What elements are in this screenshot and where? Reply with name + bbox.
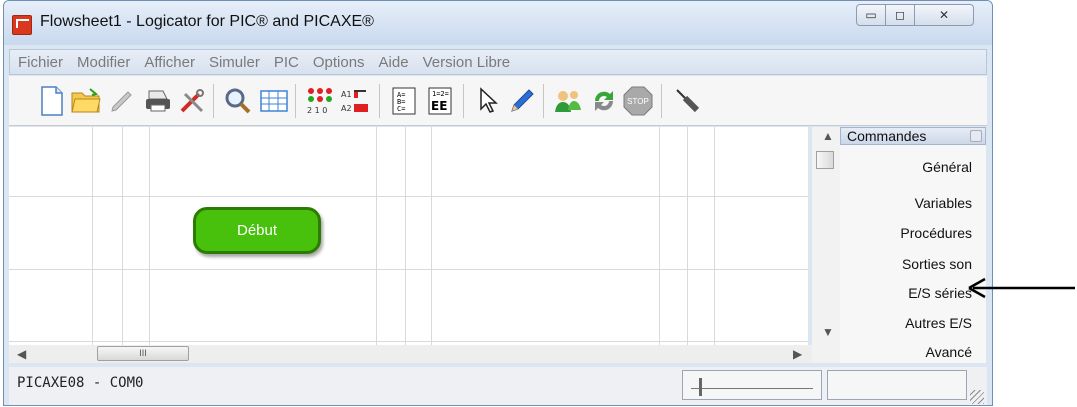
outputs-icon[interactable]: 2 1 0 (303, 84, 337, 118)
start-block[interactable]: Début (193, 207, 321, 254)
print-icon[interactable] (141, 84, 175, 118)
menu-aide[interactable]: Aide (379, 54, 409, 71)
refresh-icon[interactable] (587, 84, 621, 118)
svg-text:2 1 0: 2 1 0 (307, 106, 327, 115)
menu-fichier[interactable]: Fichier (18, 54, 63, 71)
maximize-button[interactable]: ◻ (885, 4, 915, 26)
grid-line (149, 127, 150, 345)
toolbar-separator (543, 84, 544, 118)
resize-grip-icon[interactable] (970, 390, 984, 404)
horizontal-scrollbar[interactable]: ◀ III ▶ (9, 345, 812, 363)
edit-pen-icon[interactable] (105, 84, 139, 118)
toolbar: 2 1 0 A1 A2 A= B= C= 1=2= EE STOP (9, 76, 987, 126)
status-text: PICAXE08 - COM0 (17, 375, 144, 391)
grid-line (9, 341, 808, 342)
grid-line (659, 127, 660, 345)
horizontal-scroll-thumb[interactable]: III (97, 346, 189, 361)
grid-line (9, 269, 808, 270)
pencil-icon[interactable] (505, 84, 539, 118)
panel-item-autres-es[interactable]: Autres E/S (905, 315, 972, 331)
menu-modifier[interactable]: Modifier (77, 54, 130, 71)
commands-panel-title: Commandes (847, 128, 927, 144)
grid-line (431, 127, 432, 345)
slider-thumb[interactable] (699, 378, 702, 396)
svg-text:A2: A2 (341, 104, 352, 113)
grid-line (92, 127, 93, 345)
probe-icon[interactable] (671, 84, 705, 118)
inputs-icon[interactable]: A1 A2 (339, 84, 373, 118)
eeprom-icon[interactable]: 1=2= EE (423, 84, 457, 118)
stop-icon-label: STOP (627, 97, 649, 106)
app-window: Flowsheet1 - Logicator for PIC® and PICA… (3, 0, 993, 406)
slider-track (691, 388, 813, 389)
svg-text:1=2=: 1=2= (432, 90, 449, 98)
scroll-down-arrow-icon[interactable]: ▼ (822, 323, 834, 341)
flowchart-canvas[interactable]: Début (9, 127, 808, 345)
toolbar-separator (463, 84, 464, 118)
panel-item-sorties-son[interactable]: Sorties son (902, 256, 972, 272)
menu-options[interactable]: Options (313, 54, 365, 71)
menu-version-libre[interactable]: Version Libre (423, 54, 511, 71)
grid-icon[interactable] (257, 84, 291, 118)
toolbar-separator (295, 84, 296, 118)
pin-icon[interactable] (970, 130, 982, 142)
logicator-app-icon (12, 15, 32, 35)
grid-line (405, 127, 406, 345)
vertical-scroll-thumb[interactable] (816, 151, 834, 169)
vertical-scrollbar[interactable]: ▲ ▼ (812, 127, 840, 363)
toolbar-separator (661, 84, 662, 118)
svg-text:EE: EE (431, 99, 447, 113)
close-button[interactable]: ✕ (914, 4, 974, 26)
minimize-button[interactable]: ▭ (856, 4, 886, 26)
menu-bar: Fichier Modifier Afficher Simuler PIC Op… (9, 49, 987, 75)
variables-icon[interactable]: A= B= C= (387, 84, 421, 118)
window-title: Flowsheet1 - Logicator for PIC® and PICA… (40, 13, 374, 30)
simulation-speed-slider[interactable] (682, 370, 822, 400)
svg-text:C=: C= (397, 105, 405, 113)
panel-item-procedures[interactable]: Procédures (900, 225, 972, 241)
panel-item-avance[interactable]: Avancé (926, 344, 972, 360)
title-bar: Flowsheet1 - Logicator for PIC® and PICA… (4, 1, 992, 45)
menu-simuler[interactable]: Simuler (209, 54, 260, 71)
stop-icon[interactable]: STOP (621, 84, 655, 118)
open-folder-icon[interactable] (69, 84, 103, 118)
status-field (827, 370, 967, 400)
new-document-icon[interactable] (35, 84, 69, 118)
users-icon[interactable] (551, 84, 585, 118)
panel-item-variables[interactable]: Variables (915, 195, 972, 211)
scroll-right-arrow-icon[interactable]: ▶ (793, 345, 802, 363)
grid-line (687, 127, 688, 345)
zoom-icon[interactable] (221, 84, 255, 118)
panel-item-es-series[interactable]: E/S séries (908, 285, 972, 301)
toolbar-separator (379, 84, 380, 118)
tools-icon[interactable] (175, 84, 209, 118)
panel-item-general[interactable]: Général (922, 159, 972, 175)
grid-line (122, 127, 123, 345)
svg-text:A1: A1 (341, 90, 352, 99)
grid-line (376, 127, 377, 345)
toolbar-separator (213, 84, 214, 118)
commands-panel: Commandes Général Variables Procédures S… (840, 127, 986, 363)
scroll-up-arrow-icon[interactable]: ▲ (822, 127, 834, 145)
grid-line (9, 196, 808, 197)
status-bar: PICAXE08 - COM0 (9, 367, 987, 405)
menu-pic[interactable]: PIC (274, 54, 299, 71)
grid-line (714, 127, 715, 345)
scroll-left-arrow-icon[interactable]: ◀ (17, 345, 26, 363)
pointer-icon[interactable] (471, 84, 505, 118)
commands-panel-header: Commandes (840, 127, 986, 145)
menu-afficher[interactable]: Afficher (144, 54, 195, 71)
pointer-arrow-icon (968, 277, 1075, 299)
